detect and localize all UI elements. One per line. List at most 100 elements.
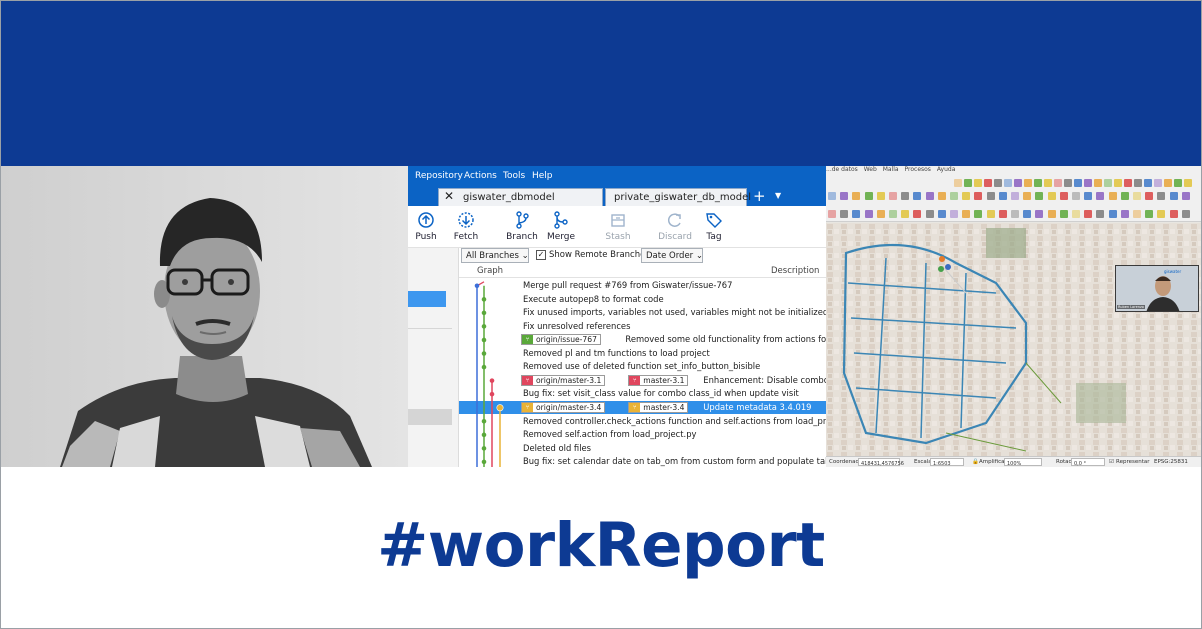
menu-item[interactable]: Ayuda xyxy=(937,166,956,173)
push-button[interactable]: Push xyxy=(408,210,446,242)
tool-icon[interactable] xyxy=(1120,192,1129,200)
tool-icon[interactable] xyxy=(1154,179,1162,187)
tool-icon[interactable] xyxy=(974,192,983,200)
branches-dropdown[interactable]: All Branches ⌄ xyxy=(461,248,529,263)
tool-icon[interactable] xyxy=(950,192,958,200)
tool-icon[interactable] xyxy=(1181,192,1190,200)
render-checkbox[interactable]: ☑ xyxy=(1109,459,1114,465)
branch-badge[interactable]: ⑂ origin/master-3.1 xyxy=(521,374,606,386)
tool-icon[interactable] xyxy=(1074,179,1082,187)
tool-icon[interactable] xyxy=(1144,179,1152,187)
tool-icon[interactable] xyxy=(986,192,995,200)
tool-icon[interactable] xyxy=(1072,210,1080,218)
tool-icon[interactable] xyxy=(1094,179,1102,187)
tool-icon[interactable] xyxy=(901,210,910,218)
commit-row[interactable]: Removed pl and tm functions to load proj… xyxy=(459,347,826,361)
tool-icon[interactable] xyxy=(1064,179,1072,187)
commit-row[interactable]: Removed controller.check_actions functio… xyxy=(459,415,826,429)
tool-icon[interactable] xyxy=(1084,210,1093,218)
tool-icon[interactable] xyxy=(998,210,1007,218)
coordinate-field[interactable]: 418431,4576756 xyxy=(858,458,904,467)
tool-icon[interactable] xyxy=(1169,210,1178,218)
tool-icon[interactable] xyxy=(901,192,910,200)
commit-row[interactable]: ⑂ origin/master-3.4 ⑂ master-3.4 Update meta… xyxy=(459,400,826,415)
sidebar-selected-item[interactable] xyxy=(408,291,446,307)
tool-icon[interactable] xyxy=(925,192,934,200)
tool-icon[interactable] xyxy=(1047,210,1056,218)
menu-item[interactable]: Web xyxy=(864,166,877,173)
commit-row[interactable]: Removed use of deleted function set_info… xyxy=(459,360,826,374)
commit-row[interactable]: ⑂ origin/issue-767 Removed some old functi… xyxy=(459,333,826,347)
tool-icon[interactable] xyxy=(962,192,971,200)
tool-icon[interactable] xyxy=(913,192,922,200)
tool-icon[interactable] xyxy=(1096,192,1105,200)
tool-icon[interactable] xyxy=(1134,179,1142,187)
tool-icon[interactable] xyxy=(1145,210,1154,218)
commit-row[interactable]: Deleted old files xyxy=(459,442,826,456)
commit-row[interactable]: ⑂ origin/master-3.1 ⑂ master-3.1 Enhancement… xyxy=(459,374,826,388)
tool-icon[interactable] xyxy=(1164,179,1172,187)
commit-row[interactable]: Removed self.action from load_project.py xyxy=(459,428,826,442)
tool-icon[interactable] xyxy=(864,210,873,218)
tool-icon[interactable] xyxy=(828,210,836,218)
commit-row[interactable]: Bug fix: set visit_class value for combo… xyxy=(459,387,826,401)
tool-icon[interactable] xyxy=(1084,192,1093,200)
tool-icon[interactable] xyxy=(925,210,934,218)
tool-icon[interactable] xyxy=(1108,192,1117,200)
tool-icon[interactable] xyxy=(1023,192,1032,200)
tool-icon[interactable] xyxy=(828,192,836,200)
tool-icon[interactable] xyxy=(1035,192,1044,200)
tool-icon[interactable] xyxy=(1035,210,1044,218)
tool-icon[interactable] xyxy=(1084,179,1092,187)
tool-icon[interactable] xyxy=(937,210,946,218)
tool-icon[interactable] xyxy=(1169,192,1178,200)
commit-row[interactable]: Fix unused imports, variables not used, … xyxy=(459,306,826,320)
tool-icon[interactable] xyxy=(864,192,873,200)
tool-icon[interactable] xyxy=(1096,210,1105,218)
tool-icon[interactable] xyxy=(840,210,849,218)
menu-tools[interactable]: Tools xyxy=(503,171,525,181)
tool-icon[interactable] xyxy=(994,179,1002,187)
menu-repository[interactable]: Repository xyxy=(415,171,463,181)
tool-icon[interactable] xyxy=(1157,192,1166,200)
tool-icon[interactable] xyxy=(974,210,983,218)
tool-icon[interactable] xyxy=(1047,192,1056,200)
tool-icon[interactable] xyxy=(1174,179,1182,187)
tool-icon[interactable] xyxy=(998,192,1007,200)
order-dropdown[interactable]: Date Order ⌄ xyxy=(641,248,703,263)
tag-button[interactable]: Tag xyxy=(694,210,734,242)
tool-icon[interactable] xyxy=(876,192,885,200)
tool-icon[interactable] xyxy=(1054,179,1062,187)
tab-giswater-dbmodel[interactable]: giswater_dbmodel xyxy=(438,188,603,206)
tool-icon[interactable] xyxy=(876,210,885,218)
menu-item[interactable]: Procesos xyxy=(905,166,931,173)
tool-icon[interactable] xyxy=(937,192,946,200)
tool-icon[interactable] xyxy=(1059,210,1068,218)
stash-button[interactable]: Stash xyxy=(598,210,638,242)
tool-icon[interactable] xyxy=(1181,210,1190,218)
tool-icon[interactable] xyxy=(986,210,995,218)
tool-icon[interactable] xyxy=(1044,179,1052,187)
graph-column-header[interactable]: Graph xyxy=(477,266,503,276)
tool-icon[interactable] xyxy=(1004,179,1012,187)
chevron-down-icon[interactable]: ▼ xyxy=(775,191,781,200)
commit-row[interactable]: Bug fix: set calendar date on tab_om fro… xyxy=(459,455,826,467)
tool-icon[interactable] xyxy=(1011,210,1019,218)
tool-icon[interactable] xyxy=(913,210,922,218)
show-remote-checkbox[interactable]: ✓ xyxy=(536,250,546,260)
tool-icon[interactable] xyxy=(1157,210,1166,218)
branch-badge[interactable]: ⑂ master-3.4 xyxy=(628,401,689,413)
tool-icon[interactable] xyxy=(962,210,971,218)
tool-icon[interactable] xyxy=(1011,192,1019,200)
tool-icon[interactable] xyxy=(1108,210,1117,218)
plus-icon[interactable]: + xyxy=(753,187,766,205)
tool-icon[interactable] xyxy=(950,210,958,218)
tool-icon[interactable] xyxy=(1059,192,1068,200)
lock-icon[interactable]: 🔒 xyxy=(972,459,979,465)
tool-icon[interactable] xyxy=(1034,179,1042,187)
discard-button[interactable]: Discard xyxy=(655,210,695,242)
tool-icon[interactable] xyxy=(1024,179,1032,187)
branch-button[interactable]: Branch xyxy=(502,210,542,242)
branch-badge[interactable]: ⑂ origin/master-3.4 xyxy=(521,401,606,413)
map-canvas[interactable] xyxy=(826,223,1202,456)
